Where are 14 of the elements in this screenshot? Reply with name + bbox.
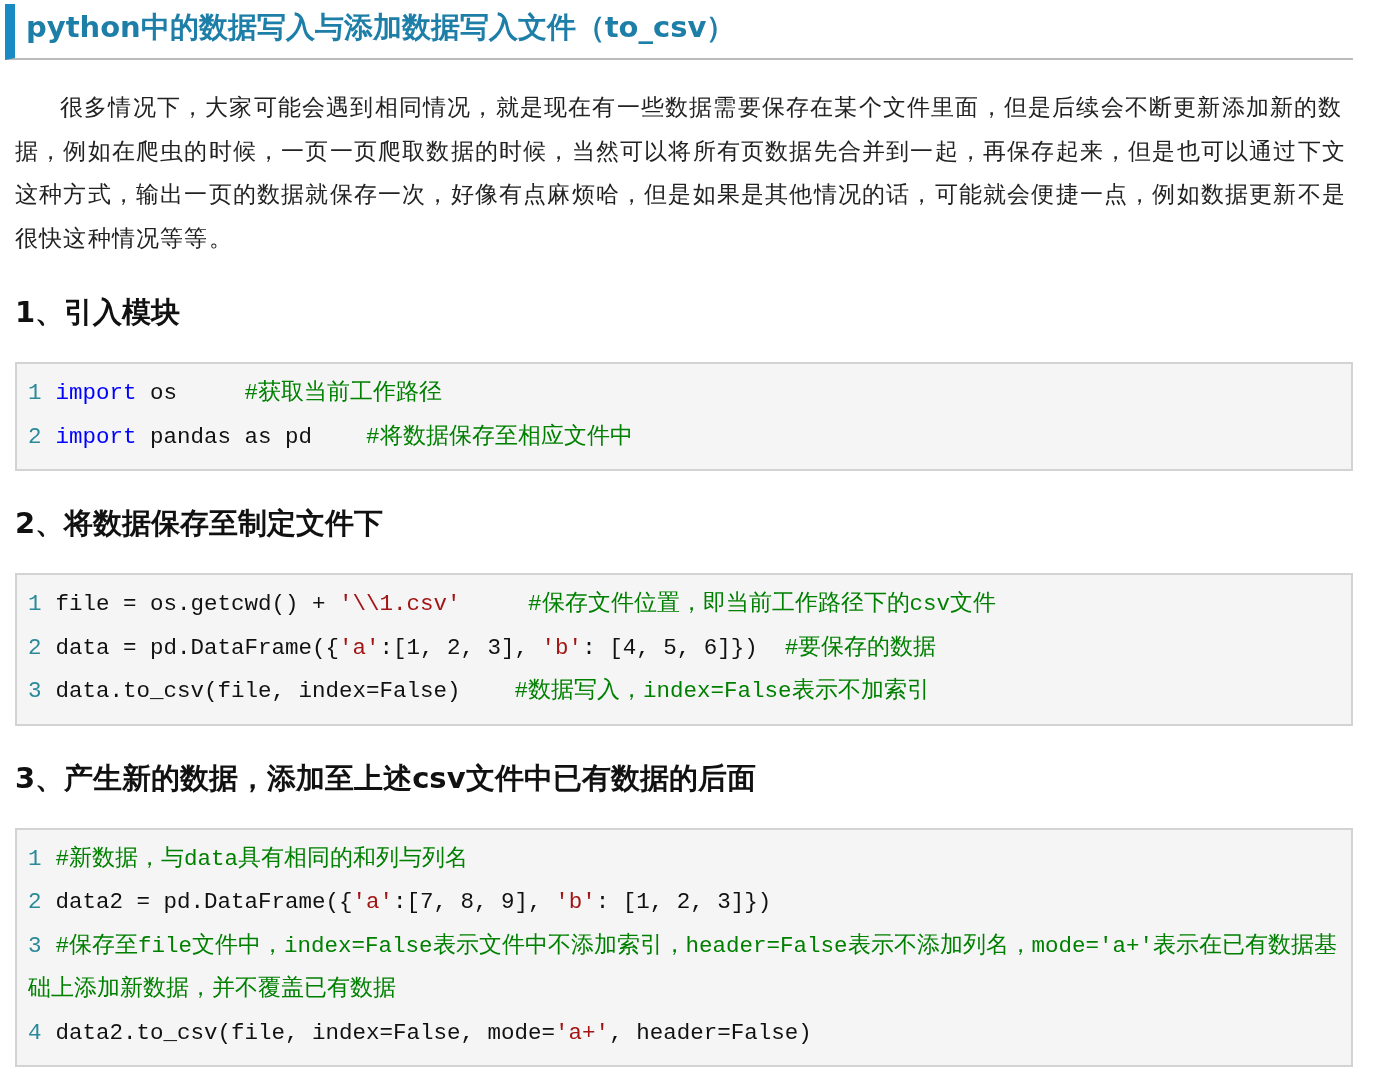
code-line: 1 #新数据，与data具有相同的和列与列名 [28,844,470,874]
code-line: 4 data2.to_csv(file, index=False, mode='a+', header=False) [28,1018,813,1048]
code-line: 1 import os #获取当前工作路径 [28,379,444,408]
section-heading: 2、将数据保存至制定文件下 [15,505,385,542]
code-line: 3 data.to_csv(file, index=False) #数据写入，index=False表示不加索引 [28,677,931,706]
section-heading: 1、引入模块 [15,294,182,331]
intro-paragraph: 很多情况下，大家可能会遇到相同情况，就是现在有一些数据需要保存在某个文件里面，但是后续会不断更新添加新的数据，例如在爬虫的时候，一页一页爬取数据的时候，当然可以将所有页数据先合并到一起，再保存起来，但是也可以通过下文这种方式，输出一页的数据就保存一次，好像有点麻烦哈，但是如果是其他情况的话，可能就会便捷一点，例如数据更新不是很快这种情况等等。 [15,93,1347,253]
code-line: 2 data2 = pd.DataFrame({'a':[7, 8, 9], 'b': [1, 2, 3]}) [28,888,773,917]
code-line: 1 file = os.getcwd() + '\\1.csv' #保存文件位置，即当前工作路径下的csv文件 [28,590,998,619]
code-line: 3 #保存至file文件中，index=False表示文件中不添加索引，header=False表示不添加列名，mode='a+'表示在已有数据基础上添加新数据，并不覆盖已有数据 [28,931,1339,1004]
section-heading: 3、产生新的数据，添加至上述csv文件中已有数据的后面 [15,759,757,797]
code-line: 2 data = pd.DataFrame({'a':[1, 2, 3], 'b': [4, 5, 6]}) #要保存的数据 [28,633,938,663]
article-title: python中的数据写入与添加数据写入文件（to_csv） [5,4,1353,60]
code-line: 2 import pandas as pd #将数据保存至相应文件中 [28,422,634,452]
